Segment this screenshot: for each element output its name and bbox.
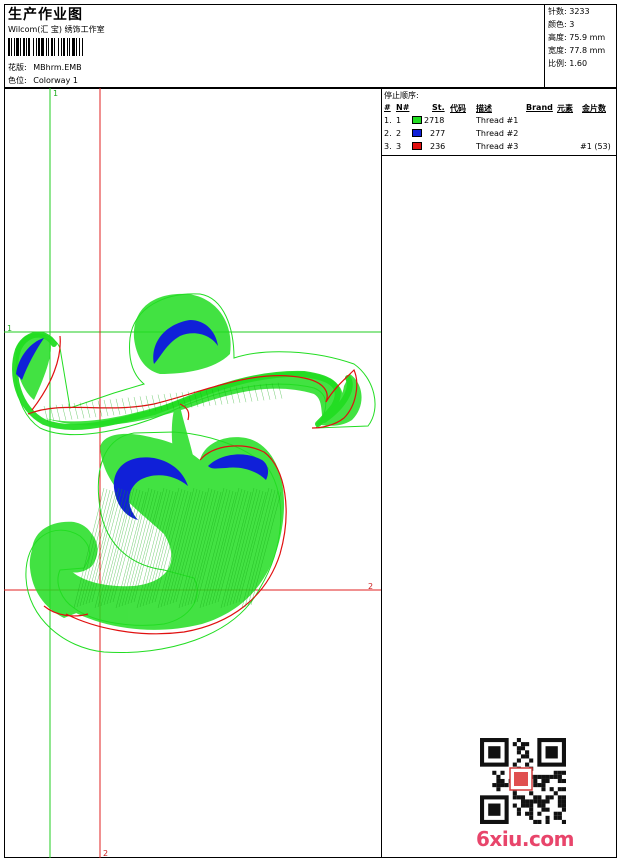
row3-num: 3.	[384, 142, 392, 151]
row1-n: 1	[396, 116, 402, 125]
col-code-header: 代码	[450, 104, 466, 113]
stop-sequence-title: 停止顺序:	[384, 91, 419, 100]
design-value: MBhrm.EMB	[33, 63, 82, 72]
row2-n: 2	[396, 129, 402, 138]
colorway-label: 色位:	[8, 76, 27, 85]
band-fill	[44, 371, 343, 426]
row3-st: 236	[430, 142, 446, 151]
col-st-header: St.	[432, 103, 445, 112]
stat-colors: 颜色: 3	[548, 20, 575, 29]
col-desc-header: 描述	[476, 104, 492, 113]
design-name-row: 花版: MBhrm.EMB	[8, 62, 82, 73]
stat-width: 宽度: 77.8 mm	[548, 46, 606, 55]
col-element-header: 元素	[557, 104, 573, 113]
watermark-logo: 6xiu.com	[476, 827, 574, 851]
row2-desc: Thread #2	[476, 129, 519, 138]
row1-st: 2718	[424, 116, 445, 125]
stat-height: 高度: 75.9 mm	[548, 33, 606, 42]
thread-table-divider	[381, 155, 617, 156]
row1-color-swatch	[412, 116, 422, 124]
row3-color-swatch	[412, 142, 422, 150]
guide-label-bottom: 2	[103, 849, 108, 858]
guide-label-top: 1	[53, 89, 58, 98]
col-brand-header: Brand	[526, 103, 553, 112]
stat-scale: 比例: 1.60	[548, 59, 588, 68]
guide-label-left: 1	[7, 324, 12, 333]
row1-desc: Thread #1	[476, 116, 519, 125]
qr-code-icon	[480, 738, 566, 824]
design-label: 花版:	[8, 63, 27, 72]
colorway-value: Colorway 1	[33, 76, 78, 85]
embroidery-design-canvas: 1 1 2 2	[4, 88, 382, 858]
col-n-header: N#	[396, 103, 410, 112]
row1-num: 1.	[384, 116, 392, 125]
guide-label-right: 2	[368, 582, 373, 591]
colorway-row: 色位: Colorway 1	[8, 75, 78, 86]
document-title: 生产作业图	[8, 7, 83, 23]
row3-sequin: #1 (53)	[580, 142, 611, 151]
row3-desc: Thread #3	[476, 142, 519, 151]
col-sequin-header: 金片数	[582, 104, 606, 113]
col-num-header: #	[384, 103, 391, 112]
studio-name: Wilcom(汇 宝) 绣饰工作室	[8, 25, 105, 34]
barcode-icon	[8, 38, 83, 56]
stat-stitches: 针数: 3233	[548, 7, 590, 16]
row2-num: 2.	[384, 129, 392, 138]
row2-st: 277	[430, 129, 446, 138]
stats-divider	[544, 4, 545, 88]
row2-color-swatch	[412, 129, 422, 137]
row3-n: 3	[396, 142, 402, 151]
